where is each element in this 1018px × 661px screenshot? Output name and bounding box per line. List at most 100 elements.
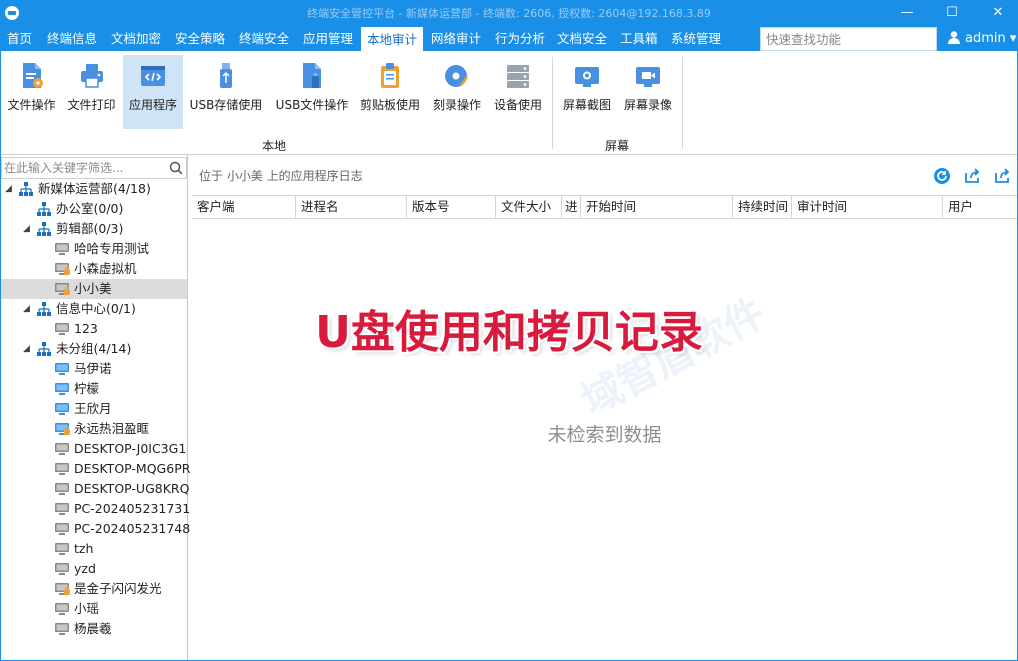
- column-client[interactable]: 客户端: [192, 196, 296, 218]
- column-user[interactable]: 用户: [943, 196, 1017, 218]
- menu-app-management[interactable]: 应用管理: [303, 27, 353, 51]
- tree-node-terminal[interactable]: 小瑶: [1, 599, 187, 619]
- ribbon-file-print-button[interactable]: 文件打印: [63, 55, 120, 129]
- ribbon-label: 屏幕截图: [562, 98, 611, 112]
- org-group-icon: [37, 302, 51, 316]
- tree-collapse-icon[interactable]: ◢: [23, 339, 33, 359]
- tree-node-terminal[interactable]: 哈哈专用测试: [1, 239, 187, 259]
- ribbon-application-button[interactable]: 应用程序: [123, 55, 183, 129]
- user-menu[interactable]: admin ▾: [947, 27, 1016, 51]
- tree-node-group[interactable]: ◢ 剪辑部(0/3): [1, 219, 187, 239]
- tree-collapse-icon[interactable]: ◢: [23, 299, 33, 319]
- menu-toolbox[interactable]: 工具箱: [620, 27, 658, 51]
- maximize-button[interactable]: ☐: [937, 2, 967, 24]
- clipboard-icon: [381, 63, 399, 88]
- ribbon-usb-storage-button[interactable]: USB存储使用: [187, 55, 265, 129]
- tree-node-group[interactable]: ◢ 信息中心(0/1): [1, 299, 187, 319]
- tree-collapse-icon[interactable]: ◢: [5, 179, 15, 199]
- menu-home[interactable]: 首页: [7, 27, 32, 51]
- tree-node-terminal[interactable]: 王欣月: [1, 399, 187, 419]
- org-group-icon: [37, 222, 51, 236]
- ribbon-clipboard-button[interactable]: 剪贴板使用: [357, 55, 423, 129]
- tree-node-label: PC-202405231748: [74, 521, 191, 536]
- usb-storage-icon: [220, 63, 232, 88]
- tree-node-terminal[interactable]: 123: [1, 319, 187, 339]
- ribbon-screen-record-button[interactable]: 屏幕录像: [619, 55, 677, 129]
- function-search-input[interactable]: [761, 28, 936, 50]
- tree-node-terminal[interactable]: 马伊诺: [1, 359, 187, 379]
- minimize-button[interactable]: —: [892, 2, 922, 24]
- tree-node-terminal[interactable]: PC-202405231731: [1, 499, 191, 519]
- ribbon-usb-file-button[interactable]: USB文件操作: [272, 55, 352, 129]
- main-menu-bar: 首页 终端信息 文档加密 安全策略 终端安全 应用管理 本地审计 网络审计 行为…: [1, 27, 1017, 51]
- menu-local-audit[interactable]: 本地审计: [361, 27, 424, 51]
- search-icon[interactable]: [168, 160, 184, 176]
- computer-online-icon: [55, 383, 69, 395]
- computer-offline-icon: [55, 323, 69, 335]
- tree-node-terminal[interactable]: 柠檬: [1, 379, 187, 399]
- tree-node-label: 123: [74, 321, 98, 336]
- computer-offline-icon: [55, 283, 70, 295]
- tree-node-group[interactable]: ◢ 未分组(4/14): [1, 339, 187, 359]
- menu-terminal-info[interactable]: 终端信息: [47, 27, 97, 51]
- tree-filter-input[interactable]: [2, 158, 167, 178]
- refresh-icon[interactable]: [933, 167, 951, 185]
- menu-behavior-analysis[interactable]: 行为分析: [495, 27, 545, 51]
- tree-node-terminal[interactable]: DESKTOP-MQG6PR: [1, 459, 190, 479]
- menu-network-audit[interactable]: 网络审计: [431, 27, 481, 51]
- tree-node-terminal[interactable]: tzh: [1, 539, 187, 559]
- ribbon-group-screen-label: 屏幕: [605, 139, 630, 153]
- tree-node-label: 马伊诺: [74, 361, 112, 376]
- ribbon-label: USB文件操作: [275, 98, 349, 112]
- column-process[interactable]: 进程名: [296, 196, 407, 218]
- computer-offline-icon: [55, 543, 69, 555]
- tree-node-label: 杨晨羲: [74, 621, 112, 636]
- tree-node-terminal[interactable]: yzd: [1, 559, 187, 579]
- column-audit-time[interactable]: 审计时间: [792, 196, 943, 218]
- ribbon-file-operation-button[interactable]: 文件操作: [3, 55, 60, 129]
- menu-doc-security[interactable]: 文档安全: [557, 27, 607, 51]
- tree-node-terminal[interactable]: 是金子闪闪发光: [1, 579, 187, 599]
- tree-node-terminal[interactable]: 杨晨羲: [1, 619, 187, 639]
- tree-node-terminal[interactable]: DESKTOP-UG8KRQ: [1, 479, 189, 499]
- tree-node-terminal[interactable]: DESKTOP-J0IC3G1: [1, 439, 187, 459]
- tree-node-terminal[interactable]: 小森虚拟机: [1, 259, 187, 279]
- tree-node-label: 小瑶: [74, 601, 100, 616]
- tree-collapse-icon[interactable]: ◢: [23, 219, 33, 239]
- tree-node-group[interactable]: ◢ 新媒体运营部(4/18): [1, 179, 187, 199]
- column-file-size[interactable]: 文件大小: [496, 196, 562, 218]
- ribbon-label: USB存储使用: [189, 98, 263, 112]
- computer-offline-icon: [55, 263, 70, 275]
- tree-node-terminal[interactable]: 永远热泪盈眶: [1, 419, 187, 439]
- export-all-icon[interactable]: [993, 167, 1011, 185]
- tree-node-terminal[interactable]: PC-202405231748: [1, 519, 191, 539]
- ribbon-screenshot-button[interactable]: 屏幕截图: [559, 55, 615, 129]
- column-version[interactable]: 版本号: [407, 196, 496, 218]
- tree-node-group[interactable]: 办公室(0/0): [1, 199, 187, 219]
- menu-terminal-security[interactable]: 终端安全: [239, 27, 289, 51]
- computer-offline-icon: [55, 603, 69, 615]
- tree-node-label: 是金子闪闪发光: [74, 581, 162, 596]
- location-text: 位于 小小美 上的应用程序日志: [199, 169, 363, 183]
- computer-offline-icon: [55, 243, 69, 255]
- tree-filter-box: [1, 157, 187, 179]
- menu-security-policy[interactable]: 安全策略: [175, 27, 225, 51]
- tree-node-label: 小小美: [74, 281, 112, 296]
- ribbon-disc-burn-button[interactable]: 刻录操作: [429, 55, 485, 129]
- column-start-time[interactable]: 开始时间: [581, 196, 733, 218]
- close-button[interactable]: ✕: [983, 2, 1013, 24]
- screenshot-icon: [575, 67, 599, 87]
- tree-node-terminal[interactable]: 小小美: [1, 279, 187, 299]
- menu-system-management[interactable]: 系统管理: [671, 27, 721, 51]
- column-duration[interactable]: 持续时间: [733, 196, 792, 218]
- menu-doc-encryption[interactable]: 文档加密: [111, 27, 161, 51]
- computer-online-icon: [55, 403, 69, 415]
- export-icon[interactable]: [963, 167, 981, 185]
- column-pid[interactable]: 进: [562, 196, 581, 218]
- tree-node-label: PC-202405231731: [74, 501, 191, 516]
- tree-node-label: 信息中心(0/1): [56, 301, 136, 316]
- computer-online-icon: [55, 423, 70, 435]
- ribbon-label: 屏幕录像: [623, 98, 672, 112]
- printer-icon: [80, 64, 103, 88]
- ribbon-device-button[interactable]: 设备使用: [490, 55, 546, 129]
